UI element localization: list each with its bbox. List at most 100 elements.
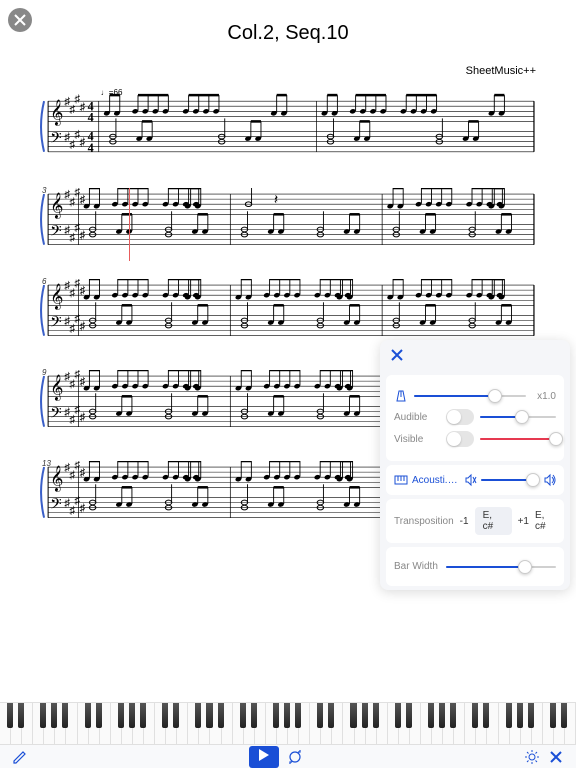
black-key[interactable] [328,703,334,728]
instrument-name[interactable]: Acousti...d Piano [412,475,459,486]
black-key[interactable] [195,703,201,728]
black-key[interactable] [561,703,567,728]
svg-text:♯: ♯ [79,411,85,423]
white-key[interactable] [388,703,399,744]
audible-toggle[interactable] [446,409,474,425]
loop-button[interactable] [283,747,307,767]
white-key[interactable] [188,703,199,744]
close-panel-button[interactable] [544,747,568,767]
black-key[interactable] [528,703,534,728]
mute-icon[interactable] [463,473,477,487]
white-key[interactable] [465,703,476,744]
white-key[interactable] [55,703,66,744]
black-key[interactable] [550,703,556,728]
black-key[interactable] [40,703,46,728]
black-key[interactable] [140,703,146,728]
black-key[interactable] [395,703,401,728]
white-key[interactable] [499,703,510,744]
measure-number: 13 [42,459,51,468]
black-key[interactable] [173,703,179,728]
transpose-up-button[interactable]: +1 [518,516,529,527]
black-key[interactable] [118,703,124,728]
svg-text:𝄞: 𝄞 [50,283,63,309]
measure-number: 3 [42,186,46,195]
black-key[interactable] [129,703,135,728]
black-key[interactable] [62,703,68,728]
white-key[interactable] [33,703,44,744]
black-key[interactable] [206,703,212,728]
svg-text:♯: ♯ [79,320,85,332]
piano-keyboard[interactable] [0,702,576,744]
black-key[interactable] [362,703,368,728]
white-key[interactable] [343,703,354,744]
audible-label: Audible [394,412,440,423]
black-key[interactable] [96,703,102,728]
white-key[interactable] [543,703,554,744]
black-key[interactable] [51,703,57,728]
black-key[interactable] [439,703,445,728]
white-key[interactable] [111,703,122,744]
audible-slider[interactable] [480,416,556,418]
transposition-card: Transposition -1 E, c# +1 E, c# [386,499,564,543]
metronome-icon [394,389,408,403]
black-key[interactable] [350,703,356,728]
score-system[interactable]: 𝄞𝄢♯♯♯♯♯♯♯♯𝄽3 [40,188,536,261]
black-key[interactable] [18,703,24,728]
transpose-down-button[interactable]: -1 [460,516,469,527]
score-system[interactable]: 𝄞𝄢♯♯♯♯♯♯♯♯4444♩=66 [40,87,536,170]
black-key[interactable] [295,703,301,728]
volume-icon [542,473,556,487]
barwidth-card: Bar Width [386,547,564,586]
playhead [129,188,130,261]
transposition-value: E, c# [475,507,512,535]
black-key[interactable] [373,703,379,728]
black-key[interactable] [506,703,512,728]
svg-text:♯: ♯ [79,502,85,514]
white-key[interactable] [476,703,487,744]
svg-text:♯: ♯ [79,376,85,388]
play-icon [259,749,269,761]
gear-icon [524,749,540,765]
score-title: Col.2, Seq.10 [0,0,576,45]
black-key[interactable] [428,703,434,728]
edit-button[interactable] [8,747,32,767]
black-key[interactable] [85,703,91,728]
tempo-slider[interactable] [414,395,526,397]
white-key[interactable] [199,703,210,744]
white-key[interactable] [487,703,498,744]
volume-slider[interactable] [481,479,538,481]
black-key[interactable] [284,703,290,728]
black-key[interactable] [273,703,279,728]
black-key[interactable] [450,703,456,728]
white-key[interactable] [266,703,277,744]
black-key[interactable] [251,703,257,728]
svg-text:𝄢: 𝄢 [50,404,62,424]
panel-close-button[interactable] [390,353,404,365]
white-key[interactable] [233,703,244,744]
black-key[interactable] [517,703,523,728]
black-key[interactable] [472,703,478,728]
white-key[interactable] [155,703,166,744]
svg-text:♯: ♯ [79,285,85,297]
black-key[interactable] [240,703,246,728]
black-key[interactable] [7,703,13,728]
barwidth-slider[interactable] [446,566,556,568]
white-key[interactable] [66,703,77,744]
white-key[interactable] [310,703,321,744]
black-key[interactable] [162,703,168,728]
play-button[interactable] [249,746,279,768]
visible-slider[interactable] [480,438,556,440]
white-key[interactable] [78,703,89,744]
black-key[interactable] [406,703,412,728]
close-screen-button[interactable] [8,8,32,32]
black-key[interactable] [218,703,224,728]
white-key[interactable] [421,703,432,744]
white-key[interactable] [0,703,11,744]
svg-text:𝄢: 𝄢 [50,495,62,515]
settings-button[interactable] [520,747,544,767]
svg-text:𝄢: 𝄢 [50,130,62,150]
close-icon [549,750,563,764]
black-key[interactable] [317,703,323,728]
black-key[interactable] [483,703,489,728]
visible-toggle[interactable] [446,431,474,447]
